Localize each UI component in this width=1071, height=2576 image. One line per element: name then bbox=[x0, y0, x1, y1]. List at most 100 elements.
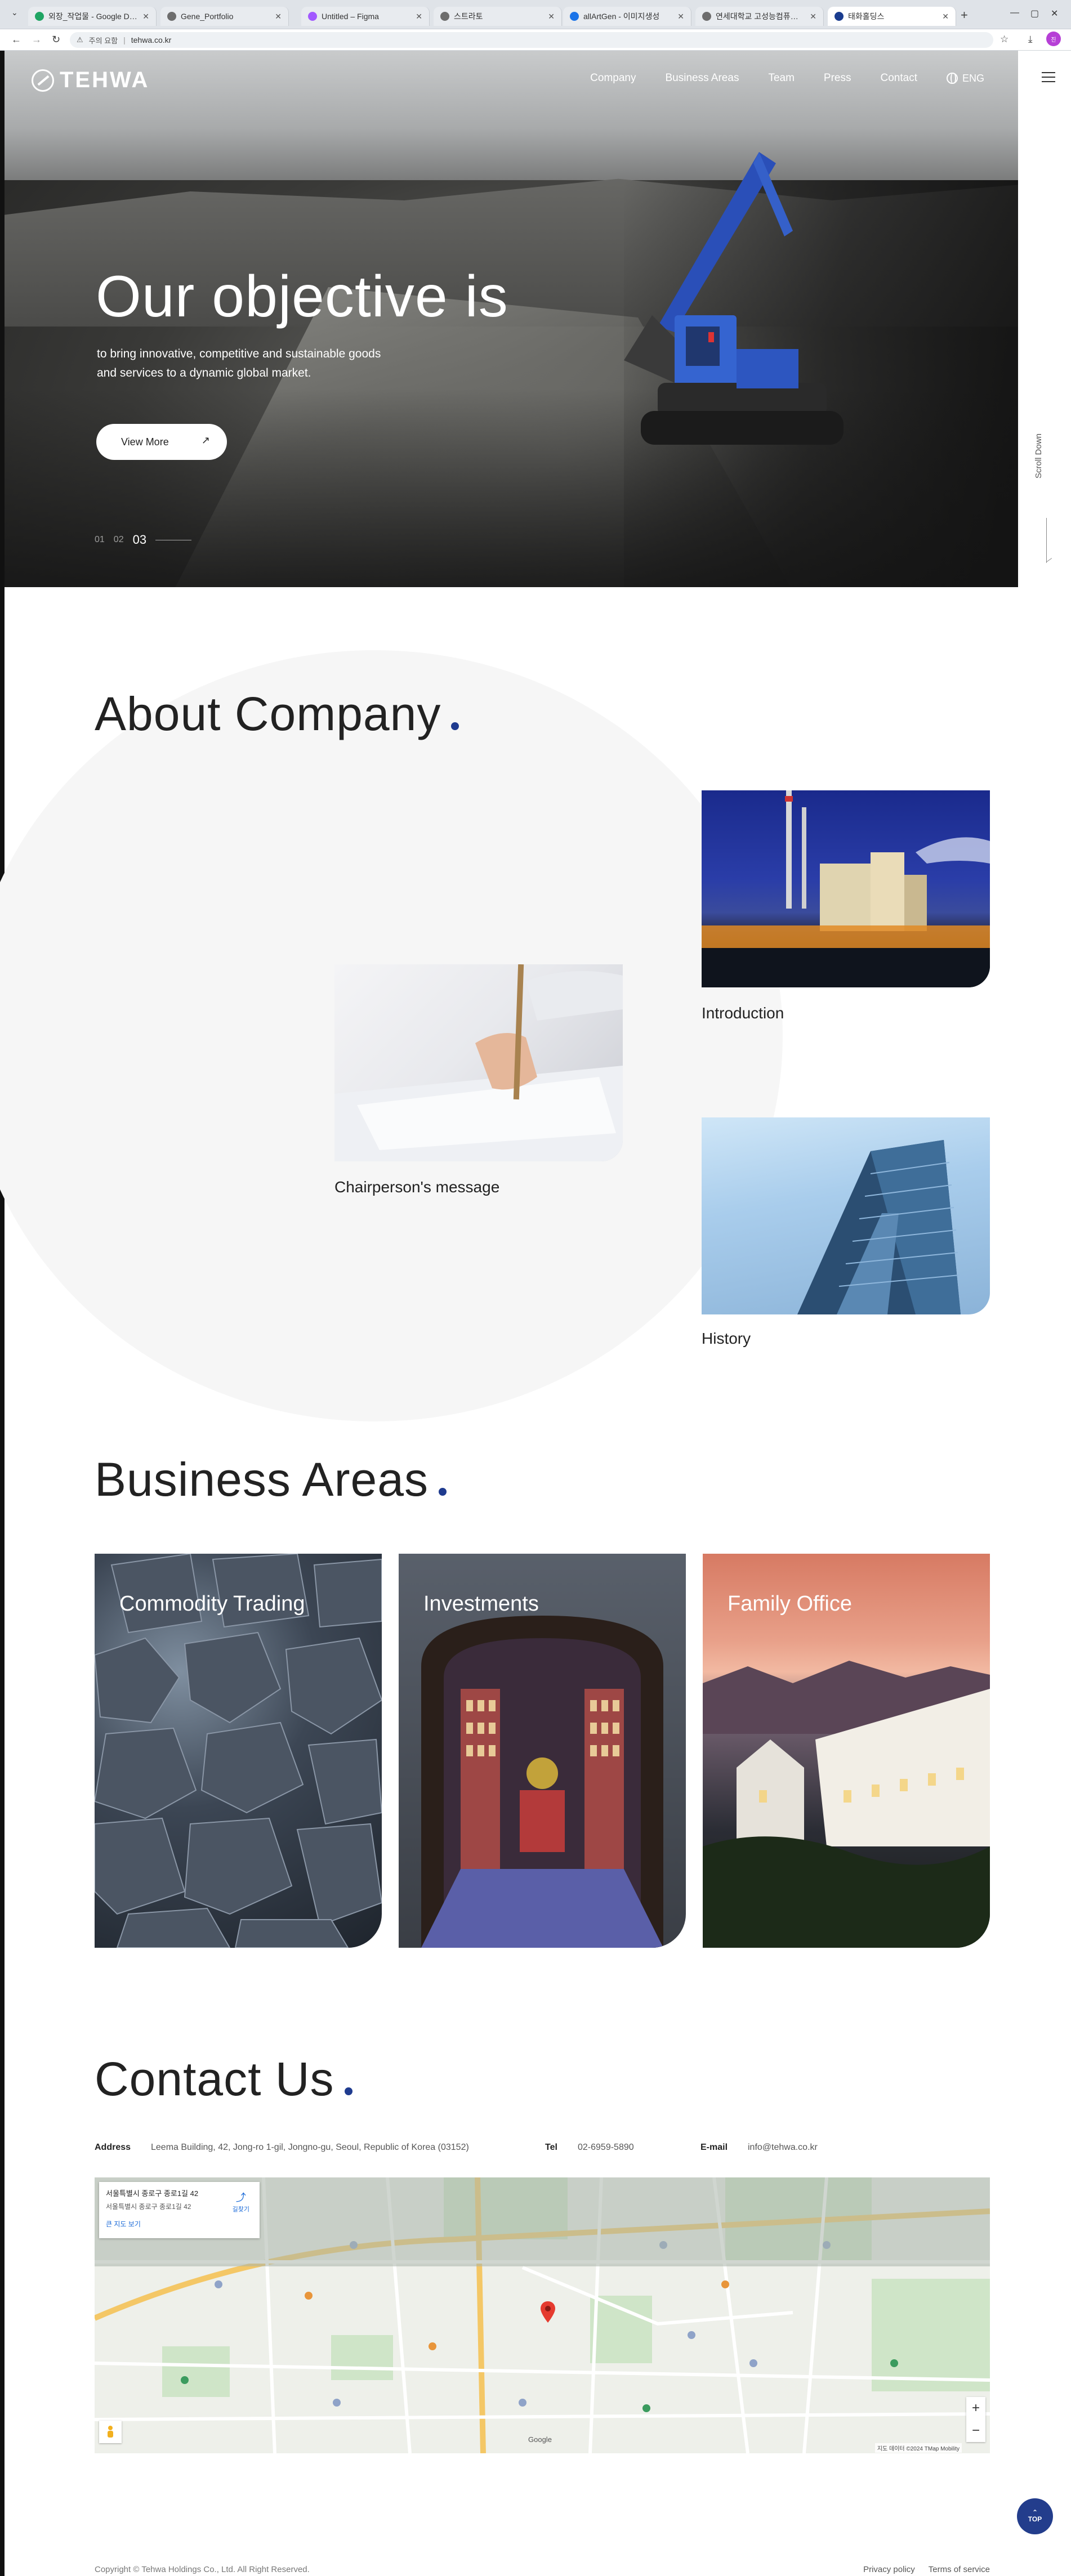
privacy-policy-link[interactable]: Privacy policy bbox=[863, 2565, 915, 2574]
scroll-down-label: Scroll Down bbox=[1034, 433, 1043, 478]
security-warning-label: 주의 요함 bbox=[88, 36, 118, 45]
tab-label: 스트라토 bbox=[454, 12, 483, 21]
tab-search-icon[interactable]: ⌄ bbox=[11, 8, 18, 17]
address-label: Address bbox=[95, 2143, 131, 2152]
tab-close-icon[interactable]: ✕ bbox=[942, 12, 949, 21]
browser-tab[interactable]: Untitled – Figma ✕ bbox=[301, 7, 430, 26]
arrow-up-right-icon: ↗ bbox=[201, 435, 210, 446]
browser-chrome: ⌄ 외장_작업물 - Google Drive ✕ Gene_Portfolio ✕ U… bbox=[0, 0, 1071, 51]
download-icon[interactable]: ⤓ bbox=[1028, 34, 1033, 45]
scroll-line bbox=[1046, 518, 1047, 563]
minimize-icon[interactable]: — bbox=[1010, 8, 1019, 18]
introduction-label[interactable]: Introduction bbox=[702, 1004, 784, 1022]
zoom-in-button[interactable]: + bbox=[966, 2397, 985, 2420]
nav-press[interactable]: Press bbox=[824, 72, 851, 84]
map-terms[interactable]: 지도 데이터 ©2024 TMap Mobility bbox=[874, 2443, 962, 2453]
chevron-up-icon: ⌃ bbox=[1032, 2508, 1038, 2516]
tab-favicon-icon bbox=[835, 12, 844, 21]
browser-tab[interactable]: Gene_Portfolio ✕ bbox=[160, 7, 289, 26]
tab-close-icon[interactable]: ✕ bbox=[810, 12, 816, 21]
copyright-text: Copyright © Tehwa Holdings Co., Ltd. All… bbox=[95, 2565, 310, 2574]
browser-tab[interactable]: 외장_작업물 - Google Drive ✕ bbox=[28, 7, 157, 26]
site-header: TEHWA Company Business Areas Team Press … bbox=[5, 51, 1018, 107]
tab-label: 태화홀딩스 bbox=[848, 12, 885, 21]
tab-favicon-icon bbox=[702, 12, 711, 21]
introduction-image[interactable] bbox=[702, 790, 990, 987]
business-card-commodity-trading[interactable]: Commodity Trading bbox=[95, 1554, 382, 1948]
browser-tab[interactable]: allArtGen - 이미지생성 ✕ bbox=[563, 7, 691, 26]
email-value[interactable]: info@tehwa.co.kr bbox=[748, 2143, 818, 2153]
title-accent-dot bbox=[344, 2087, 352, 2095]
business-card-investments[interactable]: Investments bbox=[399, 1554, 686, 1948]
street-view-icon[interactable] bbox=[99, 2421, 122, 2443]
language-selector[interactable]: ENG bbox=[946, 73, 984, 84]
browser-tab[interactable]: 스트라토 ✕ bbox=[434, 7, 562, 26]
back-to-top-button[interactable]: ⌃ TOP bbox=[1017, 2498, 1053, 2534]
nav-company[interactable]: Company bbox=[590, 72, 636, 84]
forward-icon[interactable]: → bbox=[32, 34, 42, 46]
about-title: About Company bbox=[95, 687, 459, 741]
nav-team[interactable]: Team bbox=[768, 72, 794, 84]
map-pin-icon[interactable] bbox=[541, 2301, 555, 2323]
pager-item-03[interactable]: 03 bbox=[133, 533, 146, 547]
tab-close-icon[interactable]: ✕ bbox=[677, 12, 684, 21]
url-text: tehwa.co.kr bbox=[131, 35, 172, 44]
nav-contact[interactable]: Contact bbox=[881, 72, 917, 84]
tab-label: allArtGen - 이미지생성 bbox=[583, 12, 660, 21]
zoom-out-button[interactable]: − bbox=[966, 2420, 985, 2442]
address-value: Leema Building, 42, Jong-ro 1-gil, Jongn… bbox=[151, 2143, 469, 2152]
tab-favicon-icon bbox=[35, 12, 44, 21]
business-areas-title: Business Areas bbox=[95, 1452, 447, 1507]
google-map[interactable]: 서울특별시 종로구 종로1길 42 서울특별시 종로구 종로1길 42 큰 지도… bbox=[95, 2177, 990, 2453]
url-field[interactable]: ⚠ 주의 요함 | tehwa.co.kr bbox=[70, 32, 993, 48]
history-label[interactable]: History bbox=[702, 1330, 751, 1348]
tab-favicon-icon bbox=[167, 12, 176, 21]
google-logo: Google bbox=[528, 2435, 552, 2444]
close-window-icon[interactable]: ✕ bbox=[1051, 8, 1058, 19]
new-tab-button[interactable]: + bbox=[961, 8, 968, 23]
tab-label: Gene_Portfolio bbox=[181, 12, 234, 21]
contact-info: Address Leema Building, 42, Jong-ro 1-gi… bbox=[95, 2143, 990, 2158]
warning-icon: ⚠ bbox=[77, 35, 83, 44]
business-card-label: Family Office bbox=[728, 1592, 853, 1616]
reload-icon[interactable]: ↻ bbox=[52, 34, 60, 46]
pager-item-02[interactable]: 02 bbox=[114, 535, 124, 545]
history-image[interactable] bbox=[702, 1117, 990, 1314]
terms-of-service-link[interactable]: Terms of service bbox=[929, 2565, 990, 2574]
bookmark-star-icon[interactable]: ☆ bbox=[1000, 34, 1008, 45]
menu-hamburger-icon[interactable] bbox=[1042, 72, 1055, 82]
tehwa-logo[interactable]: TEHWA bbox=[32, 68, 149, 93]
tel-label: Tel bbox=[545, 2143, 557, 2152]
restore-icon[interactable]: ▢ bbox=[1030, 8, 1039, 19]
hero-pager: 01 02 03 bbox=[95, 533, 192, 547]
tab-close-icon[interactable]: ✕ bbox=[142, 12, 149, 21]
business-card-family-office[interactable]: Family Office bbox=[703, 1554, 990, 1948]
globe-icon bbox=[946, 73, 958, 84]
larger-map-link[interactable]: 큰 지도 보기 bbox=[106, 2219, 253, 2229]
map-place-title: 서울특별시 종로구 종로1길 42 bbox=[106, 2189, 199, 2198]
chairperson-label[interactable]: Chairperson's message bbox=[334, 1178, 499, 1196]
hero-title: Our objective is bbox=[96, 264, 508, 329]
browser-tab[interactable]: 연세대학교 고성능컴퓨팅센터 ✕ bbox=[695, 7, 824, 26]
browser-tab[interactable]: 태화홀딩스 ✕ bbox=[828, 7, 956, 26]
tab-close-icon[interactable]: ✕ bbox=[548, 12, 555, 21]
map-place-address: 서울특별시 종로구 종로1길 42 bbox=[106, 2203, 191, 2211]
view-more-button[interactable]: View More ↗ bbox=[96, 424, 227, 460]
pager-item-01[interactable]: 01 bbox=[95, 535, 105, 545]
back-icon[interactable]: ← bbox=[11, 34, 21, 46]
tab-close-icon[interactable]: ✕ bbox=[275, 12, 282, 21]
profile-avatar[interactable]: 진 bbox=[1046, 32, 1061, 46]
directions-button[interactable]: ⤴ 길찾기 bbox=[233, 2190, 249, 2213]
tel-value[interactable]: 02-6959-5890 bbox=[578, 2143, 634, 2153]
chairperson-image[interactable] bbox=[334, 964, 623, 1161]
tab-favicon-icon bbox=[440, 12, 449, 21]
tab-label: Untitled – Figma bbox=[322, 12, 379, 21]
title-accent-dot bbox=[451, 722, 459, 730]
tab-close-icon[interactable]: ✕ bbox=[416, 12, 422, 21]
directions-icon: ⤴ bbox=[235, 2192, 246, 2203]
nav-business-areas[interactable]: Business Areas bbox=[665, 72, 739, 84]
logo-mark-icon bbox=[32, 69, 54, 92]
tab-favicon-icon bbox=[570, 12, 579, 21]
footer-links: Privacy policy Terms of service bbox=[863, 2565, 990, 2574]
address-bar: ← → ↻ ⚠ 주의 요함 | tehwa.co.kr ☆ ⤓ bbox=[0, 29, 1071, 51]
